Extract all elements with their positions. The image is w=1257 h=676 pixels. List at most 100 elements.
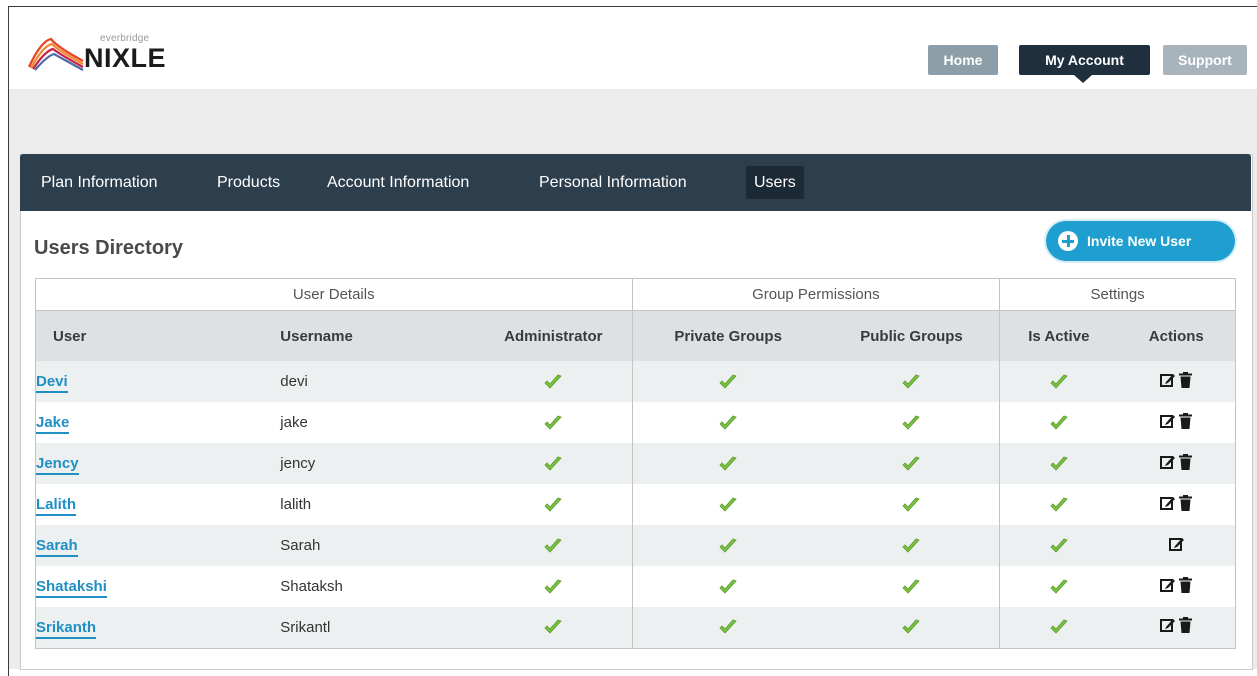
actions-cell xyxy=(1118,402,1236,443)
column-header-is-active[interactable]: Is Active xyxy=(999,310,1118,361)
checkmark-icon xyxy=(718,454,738,471)
trash-icon[interactable] xyxy=(1178,453,1193,470)
tab-plan-information[interactable]: Plan Information xyxy=(41,166,158,199)
private-groups-cell xyxy=(631,484,824,525)
support-button[interactable]: Support xyxy=(1163,45,1247,75)
checkmark-icon xyxy=(1049,495,1069,512)
checkmark-icon xyxy=(543,372,563,389)
actions-cell xyxy=(1118,443,1236,484)
edit-icon[interactable] xyxy=(1159,617,1175,633)
home-button[interactable]: Home xyxy=(928,45,998,75)
checkmark-icon xyxy=(543,577,563,594)
actions-cell xyxy=(1118,484,1236,525)
user-link[interactable]: Jency xyxy=(36,455,79,475)
username-cell: jake xyxy=(280,414,308,431)
checkmark-icon xyxy=(901,372,921,389)
user-link[interactable]: Shatakshi xyxy=(36,578,107,598)
is-active-cell xyxy=(999,566,1118,607)
invite-new-user-button[interactable]: Invite New User xyxy=(1046,221,1235,261)
my-account-button[interactable]: My Account xyxy=(1019,45,1150,83)
public-groups-cell xyxy=(824,402,1000,443)
plus-circle-icon xyxy=(1058,231,1078,251)
public-groups-cell xyxy=(824,361,1000,402)
edit-icon[interactable] xyxy=(1159,454,1175,470)
checkmark-icon xyxy=(1049,413,1069,430)
public-groups-cell xyxy=(824,525,1000,566)
user-cell: Sarah xyxy=(36,525,281,566)
checkmark-icon xyxy=(718,372,738,389)
tab-account-information[interactable]: Account Information xyxy=(327,166,469,199)
checkmark-icon xyxy=(718,577,738,594)
checkmark-icon xyxy=(543,618,563,635)
checkmark-icon xyxy=(718,536,738,553)
actions-cell xyxy=(1118,361,1236,402)
private-groups-cell xyxy=(631,525,824,566)
column-header-private-groups[interactable]: Private Groups xyxy=(631,310,824,361)
edit-icon[interactable] xyxy=(1168,536,1184,552)
actions-cell xyxy=(1118,607,1236,648)
trash-icon[interactable] xyxy=(1178,494,1193,511)
is-active-cell xyxy=(999,525,1118,566)
trash-icon[interactable] xyxy=(1178,576,1193,593)
username-cell: Sarah xyxy=(280,537,321,554)
checkmark-icon xyxy=(1049,372,1069,389)
checkmark-icon xyxy=(718,413,738,430)
checkmark-icon xyxy=(543,413,563,430)
public-groups-cell xyxy=(824,566,1000,607)
username-cell: lalith xyxy=(280,496,312,513)
user-cell: Lalith xyxy=(36,484,281,525)
tab-personal-information[interactable]: Personal Information xyxy=(539,166,687,199)
checkmark-icon xyxy=(901,577,921,594)
user-link[interactable]: Jake xyxy=(36,414,70,434)
column-header-user[interactable]: User xyxy=(35,310,281,361)
checkmark-icon xyxy=(901,454,921,471)
user-link[interactable]: Sarah xyxy=(36,537,78,557)
column-header-username[interactable]: Username xyxy=(280,310,476,361)
column-header-public-groups[interactable]: Public Groups xyxy=(823,310,1000,361)
administrator-cell xyxy=(475,566,632,607)
checkmark-icon xyxy=(543,454,563,471)
checkmark-icon xyxy=(901,618,921,635)
table-row: Sarah Sarah xyxy=(35,525,1236,566)
user-link[interactable]: Lalith xyxy=(36,496,76,516)
username-cell: jency xyxy=(280,455,316,472)
edit-icon[interactable] xyxy=(1159,577,1175,593)
checkmark-icon xyxy=(901,495,921,512)
edit-icon[interactable] xyxy=(1159,495,1175,511)
actions-cell xyxy=(1118,525,1236,566)
account-tabs: Plan Information Products Account Inform… xyxy=(20,154,1251,211)
is-active-cell xyxy=(999,361,1118,402)
user-link[interactable]: Devi xyxy=(36,373,68,393)
table-row: Devi devi xyxy=(35,361,1236,402)
checkmark-icon xyxy=(1049,454,1069,471)
user-cell: Shatakshi xyxy=(36,566,281,607)
trash-icon[interactable] xyxy=(1178,371,1193,388)
group-header-group-permissions: Group Permissions xyxy=(631,278,1001,311)
public-groups-cell xyxy=(824,443,1000,484)
user-cell: Srikanth xyxy=(36,607,281,648)
user-link[interactable]: Srikanth xyxy=(36,618,97,639)
actions-cell xyxy=(1118,566,1236,607)
user-cell: Jake xyxy=(36,402,281,443)
is-active-cell xyxy=(999,484,1118,525)
is-active-cell xyxy=(999,607,1118,648)
public-groups-cell xyxy=(824,607,1000,648)
checkmark-icon xyxy=(901,413,921,430)
tab-products[interactable]: Products xyxy=(217,166,280,199)
user-cell: Devi xyxy=(36,361,281,402)
checkmark-icon xyxy=(718,618,738,635)
group-header-settings: Settings xyxy=(999,278,1236,311)
table-row: Shatakshi Shataksh xyxy=(35,566,1236,607)
is-active-cell xyxy=(999,402,1118,443)
public-groups-cell xyxy=(824,484,1000,525)
tab-users[interactable]: Users xyxy=(746,166,804,199)
column-header-administrator[interactable]: Administrator xyxy=(475,310,633,361)
edit-icon[interactable] xyxy=(1159,413,1175,429)
column-header-actions: Actions xyxy=(1117,310,1236,361)
edit-icon[interactable] xyxy=(1159,372,1175,388)
trash-icon[interactable] xyxy=(1178,617,1193,634)
user-cell: Jency xyxy=(36,443,281,484)
trash-icon[interactable] xyxy=(1178,412,1193,429)
group-header-user-details: User Details xyxy=(35,278,633,311)
administrator-cell xyxy=(475,607,632,648)
